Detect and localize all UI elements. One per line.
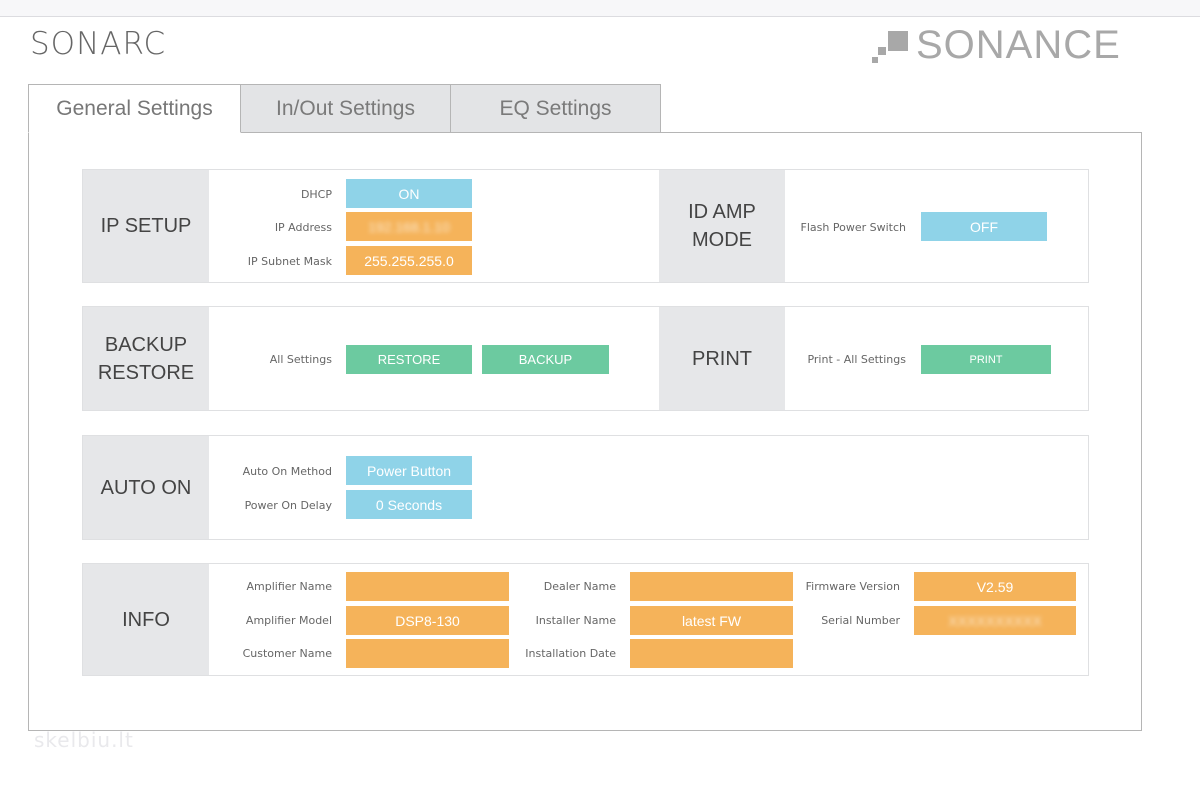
dealer-name-label: Dealer Name <box>543 580 616 593</box>
backup-restore-section: BACKUP RESTORE All Settings RESTORE BACK… <box>82 306 1089 411</box>
installation-date-field[interactable] <box>630 639 793 668</box>
flash-power-switch-toggle[interactable]: OFF <box>921 212 1047 241</box>
flash-power-switch-label: Flash Power Switch <box>800 221 906 234</box>
auto-on-section: AUTO ON Auto On Method Power Button Powe… <box>82 435 1089 540</box>
firmware-version-field[interactable]: V2.59 <box>914 572 1076 601</box>
customer-name-label: Customer Name <box>242 647 332 660</box>
subnet-mask-field[interactable]: 255.255.255.0 <box>346 246 472 275</box>
restore-button[interactable]: RESTORE <box>346 345 472 374</box>
info-section: INFO Amplifier Name Amplifier Model DSP8… <box>82 563 1089 676</box>
print-button[interactable]: PRINT <box>921 345 1051 374</box>
tab-in-out-settings[interactable]: In/Out Settings <box>240 84 451 133</box>
dealer-name-field[interactable] <box>630 572 793 601</box>
settings-panel: IP SETUP DHCP ON IP Address 192.168.1.10… <box>28 132 1142 731</box>
auto-on-title: AUTO ON <box>83 436 209 539</box>
amplifier-model-label: Amplifier Model <box>245 614 332 627</box>
id-amp-mode-title: ID AMP MODE <box>659 170 785 282</box>
tab-eq-settings[interactable]: EQ Settings <box>450 84 661 133</box>
ip-address-field[interactable]: 192.168.1.10 <box>346 212 472 241</box>
info-title: INFO <box>83 564 209 675</box>
top-strip <box>0 0 1200 17</box>
dhcp-toggle[interactable]: ON <box>346 179 472 208</box>
power-on-delay-label: Power On Delay <box>244 499 332 512</box>
ip-setup-section: IP SETUP DHCP ON IP Address 192.168.1.10… <box>82 169 1089 283</box>
ip-setup-title: IP SETUP <box>83 170 209 282</box>
backup-restore-title: BACKUP RESTORE <box>83 307 209 410</box>
print-all-settings-label: Print - All Settings <box>807 353 906 366</box>
print-title: PRINT <box>659 307 785 410</box>
auto-on-method-label: Auto On Method <box>242 465 332 478</box>
auto-on-method-select[interactable]: Power Button <box>346 456 472 485</box>
subnet-mask-label: IP Subnet Mask <box>247 255 332 268</box>
dhcp-label: DHCP <box>300 188 332 201</box>
sonance-logo: SONANCE <box>872 22 1121 67</box>
all-settings-label: All Settings <box>269 353 332 366</box>
ip-address-label: IP Address <box>274 221 332 234</box>
backup-button[interactable]: BACKUP <box>482 345 609 374</box>
ip-address-value: 192.168.1.10 <box>368 218 450 235</box>
amplifier-model-field[interactable]: DSP8-130 <box>346 606 509 635</box>
serial-number-field[interactable]: XXXXXXXXXX <box>914 606 1076 635</box>
tab-bar: General Settings In/Out Settings EQ Sett… <box>28 84 661 133</box>
firmware-version-label: Firmware Version <box>805 580 900 593</box>
amplifier-name-label: Amplifier Name <box>246 580 332 593</box>
sonance-wordmark: SONANCE <box>916 22 1121 67</box>
customer-name-field[interactable] <box>346 639 509 668</box>
sonarc-logo: SONARC <box>30 26 167 62</box>
sonance-mark-icon <box>872 27 912 63</box>
installer-name-label: Installer Name <box>535 614 616 627</box>
installation-date-label: Installation Date <box>525 647 616 660</box>
serial-number-value: XXXXXXXXXX <box>948 612 1042 629</box>
serial-number-label: Serial Number <box>821 614 900 627</box>
tab-general-settings[interactable]: General Settings <box>28 84 241 133</box>
installer-name-field[interactable]: latest FW <box>630 606 793 635</box>
power-on-delay-select[interactable]: 0 Seconds <box>346 490 472 519</box>
amplifier-name-field[interactable] <box>346 572 509 601</box>
watermark: skelbiu.lt <box>34 728 134 752</box>
